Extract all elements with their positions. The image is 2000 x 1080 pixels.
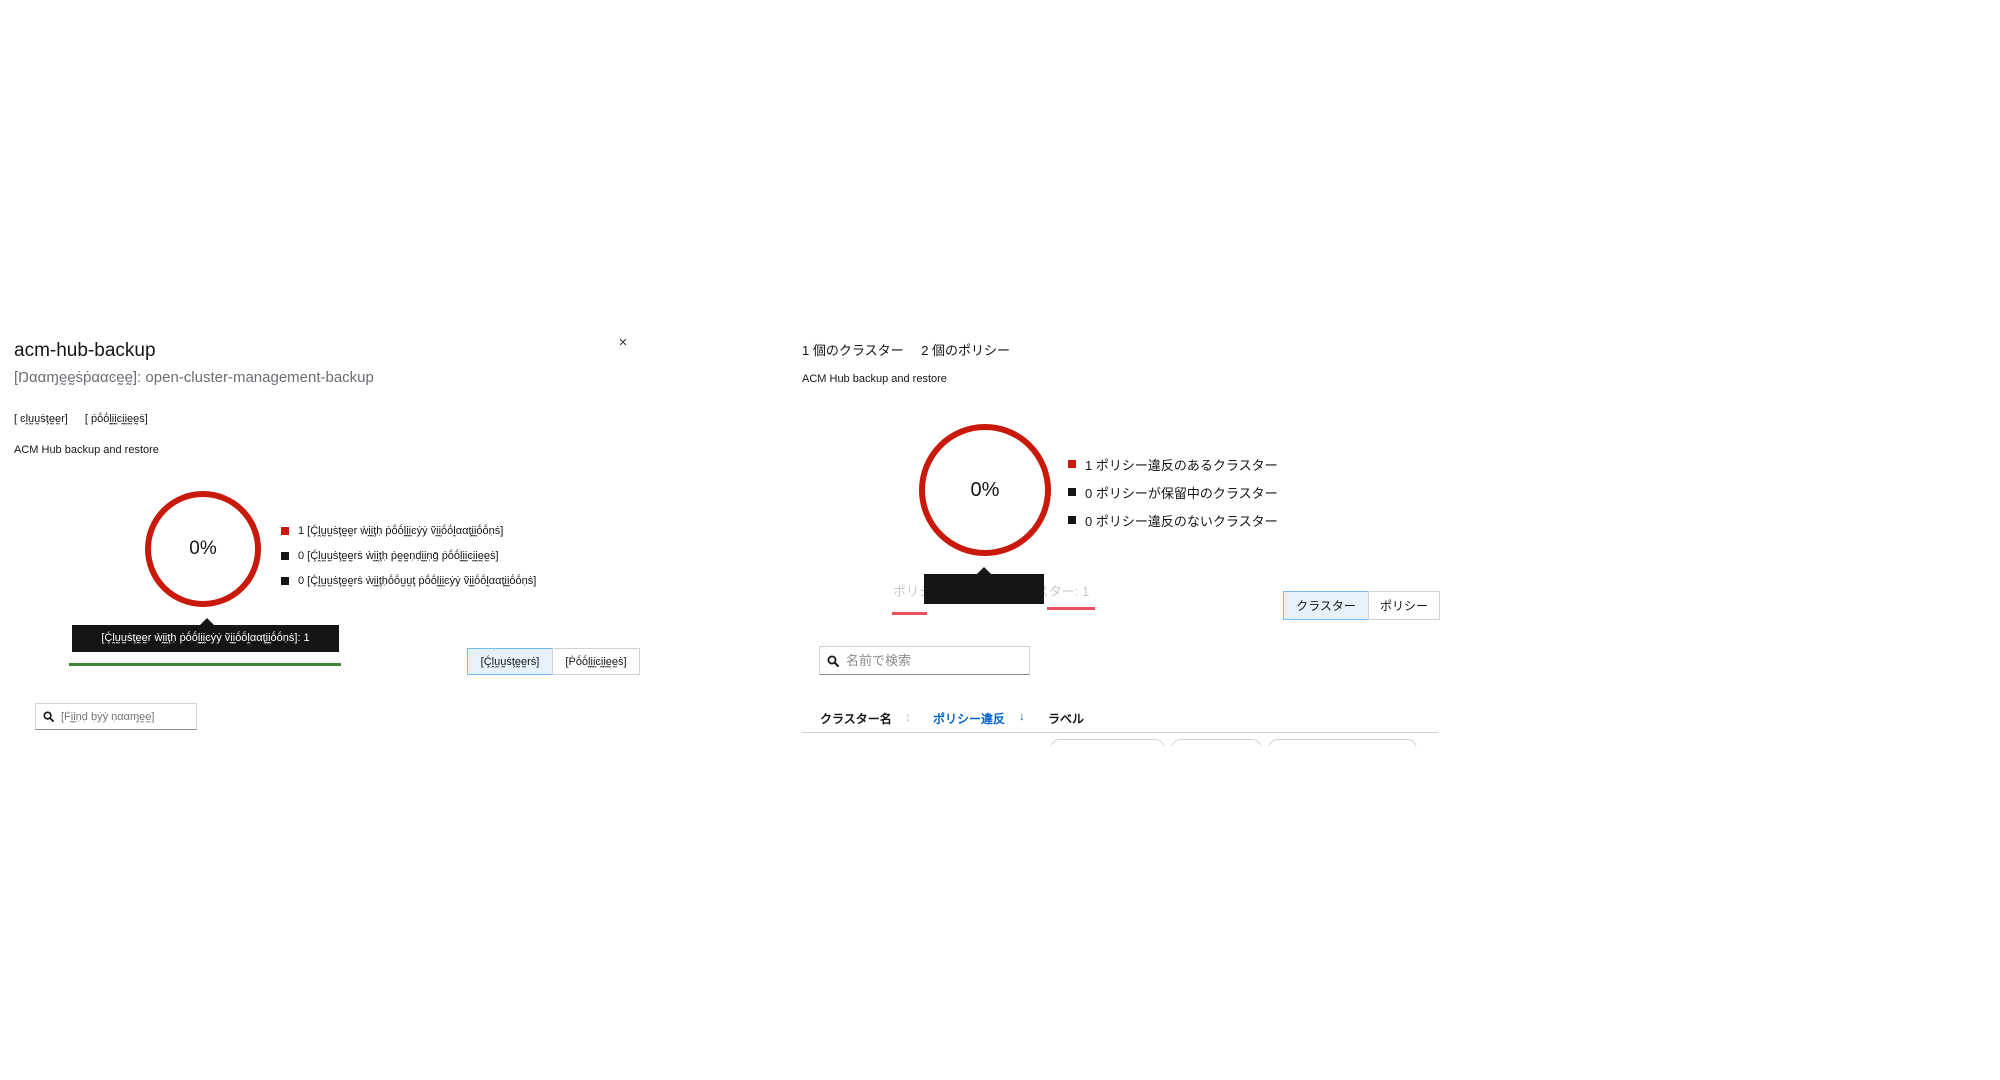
cluster-count: [ ͼḽṵṵṡţḛḛr] xyxy=(14,413,68,425)
column-header-cluster-name[interactable]: クラスター名 xyxy=(820,710,892,727)
table-divider xyxy=(802,732,1438,733)
column-header-labels: ラベル xyxy=(1048,712,1085,726)
tooltip-text: [Ḉḽṵṵṡţḛḛr ẁḭḭţḥ ṗṓṓḽḭḭͼẏẏ ṽḭḭṓṓḽααţḭḭṓṓ… xyxy=(101,632,310,644)
legend-label: 0 ポリシーが保留中のクラスター xyxy=(1085,485,1278,501)
policies-toggle-button[interactable]: [Ṗṓṓḽḭḭͼḭḭḛḛṡ] xyxy=(552,648,640,675)
legend-item-pending[interactable]: 0 [Ḉḽṵṵṡţḛḛrṡ ẁḭḭţḥ ṗḛḛṇḍḭḭṇḡ ṗṓṓḽḭḭͼḭḭḛ… xyxy=(281,543,536,568)
search-icon xyxy=(43,711,54,722)
legend-swatch-black xyxy=(1068,488,1076,496)
summary-counts: [ ͼḽṵṵṡţḛḛr] [ ṗṓṓḽḭḭͼḭḭḛḛṡ] xyxy=(14,413,148,425)
chart-tooltip: [Ḉḽṵṵṡţḛḛr ẁḭḭţḥ ṗṓṓḽḭḭͼẏẏ ṽḭḭṓṓḽααţḭḭṓṓ… xyxy=(72,618,339,652)
column-header-policy-violations[interactable]: ポリシー違反 xyxy=(933,710,1005,727)
policy-count: [ ṗṓṓḽḭḭͼḭḭḛḛṡ] xyxy=(84,413,148,425)
namespace-label: [Ŋααɱḛḛṡṗααͼḛḛ]: open-cluster-management… xyxy=(14,369,374,386)
donut-legend: 1 ポリシー違反のあるクラスター 0 ポリシーが保留中のクラスター 0 ポリシー… xyxy=(1068,450,1278,534)
legend-item-pending[interactable]: 0 ポリシーが保留中のクラスター xyxy=(1068,478,1278,506)
panel-title: acm-hub-backup xyxy=(14,340,156,361)
donut-legend: 1 [Ḉḽṵṵṡţḛḛr ẁḭḭţḥ ṗṓṓḽḭḭͼẏẏ ṽḭḭṓṓḽααţḭḭ… xyxy=(281,518,536,593)
view-toggle-group: クラスター ポリシー xyxy=(1283,591,1440,620)
policy-set-description: ACM Hub backup and restore xyxy=(14,444,159,456)
close-icon[interactable]: × xyxy=(614,334,632,352)
red-underline xyxy=(1047,607,1095,610)
legend-label: 1 ポリシー違反のあるクラスター xyxy=(1085,457,1278,473)
legend-label: 0 [Ḉḽṵṵṡţḛḛrṡ ẁḭḭţḥ ṗḛḛṇḍḭḭṇḡ ṗṓṓḽḭḭͼḭḭḛ… xyxy=(298,549,499,562)
tooltip-caret xyxy=(977,567,991,574)
legend-item-violations[interactable]: 1 ポリシー違反のあるクラスター xyxy=(1068,450,1278,478)
legend-swatch-black xyxy=(1068,516,1076,524)
legend-swatch-red xyxy=(1068,460,1076,468)
sort-icon[interactable]: ↕ xyxy=(905,710,911,724)
search-box xyxy=(819,646,1030,675)
legend-swatch-black xyxy=(281,551,289,560)
legend-label: 1 [Ḉḽṵṵṡţḛḛr ẁḭḭţḥ ṗṓṓḽḭḭͼẏẏ ṽḭḭṓṓḽααţḭḭ… xyxy=(298,524,504,537)
summary-counts: 1 個のクラスター 2 個のポリシー xyxy=(802,340,1010,359)
red-underline xyxy=(892,612,927,615)
cluster-count: 1 個のクラスター xyxy=(802,343,904,358)
green-underline xyxy=(69,663,341,666)
legend-label: 0 [Ḉḽṵṵṡţḛḛrṡ ẁḭḭţḥṓṓṵṵţ ṗṓṓḽḭḭͼẏẏ ṽḭḭṓṓ… xyxy=(298,574,537,587)
clusters-toggle-button[interactable]: [Ḉḽṵṵṡţḛḛrṡ] xyxy=(467,648,553,675)
tooltip-caret xyxy=(200,618,214,625)
search-input[interactable] xyxy=(61,710,196,723)
legend-swatch-black xyxy=(281,576,289,585)
view-toggle-group: [Ḉḽṵṵṡţḛḛrṡ] [Ṗṓṓḽḭḭͼḭḭḛḛṡ] xyxy=(467,648,640,675)
sort-down-icon[interactable]: ↓ xyxy=(1019,709,1025,723)
compliance-donut-chart: 0% xyxy=(143,489,263,609)
compliance-donut-chart: 0% xyxy=(917,422,1053,558)
chart-tooltip: 1 ポリシー違反のあるクラスター xyxy=(924,567,1044,604)
donut-percent-label: 0% xyxy=(970,479,1000,501)
search-icon xyxy=(827,655,839,667)
search-input[interactable] xyxy=(846,653,1029,668)
clusters-toggle-button[interactable]: クラスター xyxy=(1283,591,1369,620)
policies-toggle-button[interactable]: ポリシー xyxy=(1368,591,1440,620)
legend-label: 0 ポリシー違反のないクラスター xyxy=(1085,513,1278,529)
donut-percent-label: 0% xyxy=(189,538,217,559)
search-box xyxy=(35,703,197,730)
legend-item-no-violations[interactable]: 0 [Ḉḽṵṵṡţḛḛrṡ ẁḭḭţḥṓṓṵṵţ ṗṓṓḽḭḭͼẏẏ ṽḭḭṓṓ… xyxy=(281,568,536,593)
legend-swatch-red xyxy=(281,526,289,535)
legend-item-violations[interactable]: 1 [Ḉḽṵṵṡţḛḛr ẁḭḭţḥ ṗṓṓḽḭḭͼẏẏ ṽḭḭṓṓḽααţḭḭ… xyxy=(281,518,536,543)
legend-item-no-violations[interactable]: 0 ポリシー違反のないクラスター xyxy=(1068,506,1278,534)
viewport-cutoff xyxy=(790,746,1450,786)
policy-set-description: ACM Hub backup and restore xyxy=(802,373,947,385)
policy-count: 2 個のポリシー xyxy=(921,343,1011,358)
